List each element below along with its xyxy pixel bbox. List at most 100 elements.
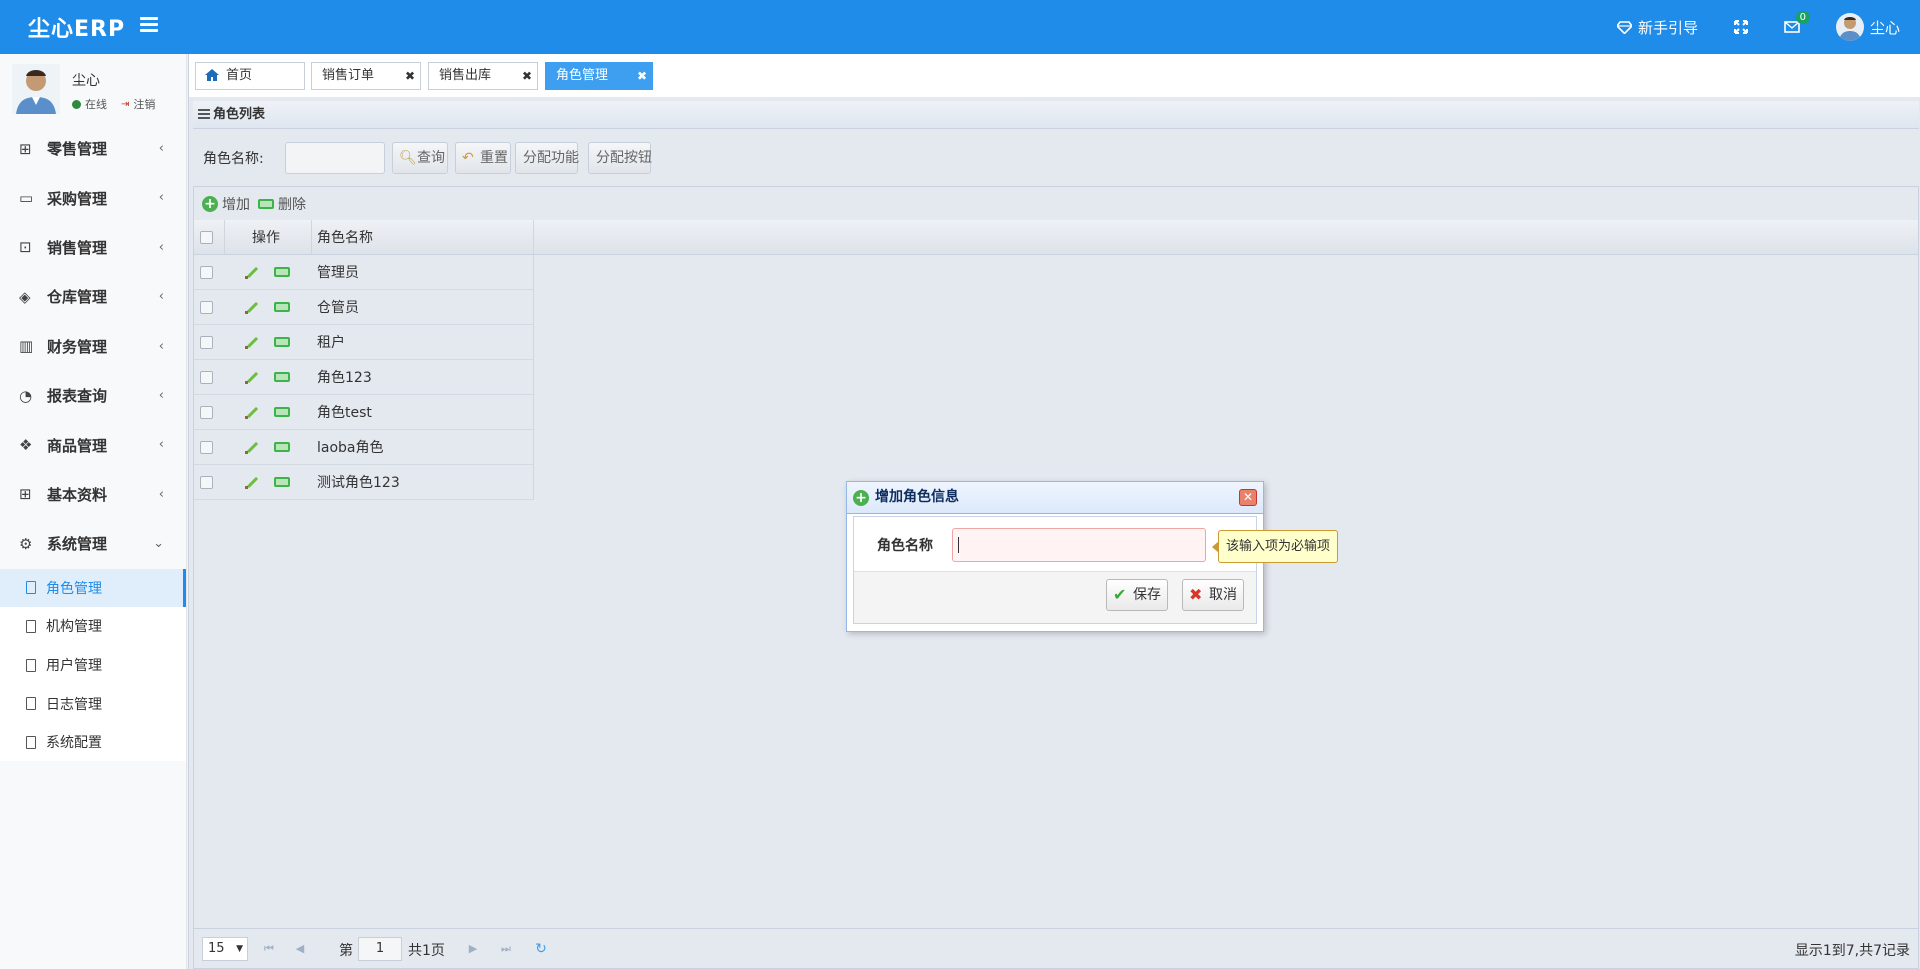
online-label: 在线 (85, 98, 107, 111)
role-name-cell: laoba角色 (317, 440, 384, 456)
tab-home[interactable]: 首页 (195, 62, 305, 90)
guide-link[interactable]: 新手引导 (1616, 17, 1698, 38)
sidebar-item-logs[interactable]: 日志管理 (0, 684, 186, 723)
chevron-left-icon: ‹ (158, 289, 164, 305)
edit-icon[interactable] (244, 290, 260, 324)
delete-row-icon[interactable] (274, 360, 290, 394)
logout-link[interactable]: 注销 (133, 96, 155, 112)
edit-icon[interactable] (244, 255, 260, 289)
gear-icon: ⚙ (19, 534, 33, 553)
envelope-icon (1784, 21, 1800, 33)
close-icon[interactable]: ✖ (637, 63, 647, 89)
prev-page-icon[interactable]: ◀ (293, 942, 307, 956)
tab-sales-order[interactable]: 销售订单 ✖ (311, 62, 421, 90)
chevron-left-icon: ‹ (158, 387, 164, 403)
next-page-icon[interactable]: ▶ (466, 942, 480, 956)
row-checkbox[interactable] (200, 465, 213, 499)
row-checkbox[interactable] (200, 290, 213, 324)
role-name-input[interactable] (952, 528, 1206, 562)
reset-label: 重置 (480, 150, 508, 166)
row-checkbox[interactable] (200, 255, 213, 289)
save-label: 保存 (1133, 587, 1161, 603)
messages-button[interactable]: 0 (1784, 11, 1810, 33)
sidebar-item-basic-data[interactable]: ⊞ 基本资料 ‹ (0, 470, 186, 519)
select-all-checkbox[interactable] (200, 220, 213, 254)
edit-icon[interactable] (244, 395, 260, 429)
home-icon (205, 69, 219, 81)
last-page-icon[interactable]: ⏭ (499, 942, 513, 956)
cancel-label: 取消 (1209, 587, 1237, 603)
row-checkbox[interactable] (200, 395, 213, 429)
add-button[interactable]: + 增加 (202, 194, 250, 214)
row-checkbox[interactable] (200, 325, 213, 359)
close-icon[interactable]: ✕ (1239, 489, 1257, 506)
tab-role-management[interactable]: 角色管理 ✖ (545, 62, 653, 90)
sidebar-item-retail[interactable]: ⊞ 零售管理 ‹ (0, 124, 186, 173)
tab-sales-outbound[interactable]: 销售出库 ✖ (428, 62, 538, 90)
assign-function-button[interactable]: 分配功能 (515, 142, 579, 174)
dialog-body: 角色名称 该输入项为必输项 ✔ 保存 ✖ 取消 (853, 516, 1339, 624)
role-name-search-input[interactable] (285, 142, 385, 174)
cancel-button[interactable]: ✖ 取消 (1182, 579, 1244, 611)
edit-icon[interactable] (244, 360, 260, 394)
delete-row-icon[interactable] (274, 255, 290, 289)
first-page-icon[interactable]: ⏮ (262, 942, 276, 956)
page-size-select[interactable]: 15 ▼ (202, 937, 248, 961)
table-row[interactable]: 角色123 (194, 360, 533, 395)
page-number-input[interactable]: 1 (358, 937, 402, 961)
sidebar-item-users[interactable]: 用户管理 (0, 646, 186, 685)
menu-toggle-icon[interactable] (140, 17, 158, 33)
delete-row-icon[interactable] (274, 465, 290, 499)
user-status: 在线 ⇥ 注销 (72, 96, 155, 112)
close-icon[interactable]: ✖ (405, 63, 415, 89)
table-row[interactable]: 租户 (194, 325, 533, 360)
table-row[interactable]: 测试角色123 (194, 465, 533, 500)
edit-icon[interactable] (244, 430, 260, 464)
close-icon[interactable]: ✖ (522, 63, 532, 89)
sidebar-item-roles[interactable]: 角色管理 (0, 568, 186, 608)
sidebar-item-orgs[interactable]: 机构管理 (0, 607, 186, 646)
row-checkbox[interactable] (200, 430, 213, 464)
sidebar-item-purchase[interactable]: ▭ 采购管理 ‹ (0, 173, 186, 222)
table-row[interactable]: 角色test (194, 395, 533, 430)
save-button[interactable]: ✔ 保存 (1106, 579, 1168, 611)
sidebar-item-goods[interactable]: ❖ 商品管理 ‹ (0, 420, 186, 469)
role-name-cell: 角色123 (317, 370, 372, 386)
delete-row-icon[interactable] (274, 430, 290, 464)
sidebar-item-warehouse[interactable]: ◈ 仓库管理 ‹ (0, 272, 186, 321)
fullscreen-button[interactable] (1733, 20, 1748, 34)
sidebar-item-reports[interactable]: ◔ 报表查询 ‹ (0, 371, 186, 420)
delete-row-icon[interactable] (274, 395, 290, 429)
file-icon (26, 581, 36, 595)
sidebar-item-sales[interactable]: ⊡ 销售管理 ‹ (0, 223, 186, 272)
query-button[interactable]: 🔍︎ 查询 (392, 142, 448, 174)
dropbox-icon: ❖ (19, 436, 33, 455)
delete-row-icon[interactable] (274, 325, 290, 359)
user-menu[interactable]: 尘心 (1835, 13, 1900, 41)
delete-row-icon[interactable] (274, 290, 290, 324)
pagination-info: 显示1到7,共7记录 (1794, 943, 1910, 959)
logout-icon[interactable]: ⇥ (121, 99, 129, 110)
assign-button-button[interactable]: 分配按钮 (588, 142, 652, 174)
table-row[interactable]: 管理员 (194, 255, 533, 290)
table-row[interactable]: 仓管员 (194, 290, 533, 325)
add-label: 增加 (222, 197, 250, 213)
row-checkbox[interactable] (200, 360, 213, 394)
tab-label: 角色管理 (556, 68, 609, 83)
sidebar-item-system[interactable]: ⚙ 系统管理 ⌄ (0, 519, 186, 568)
table-row[interactable]: laoba角色 (194, 430, 533, 465)
edit-icon[interactable] (244, 325, 260, 359)
delete-button[interactable]: 删除 (258, 194, 306, 214)
cross-icon: ✖ (1189, 585, 1203, 604)
reset-button[interactable]: ↶ 重置 (455, 142, 511, 174)
sidebar-item-config[interactable]: 系统配置 (0, 723, 186, 762)
file-icon (26, 619, 36, 633)
plus-icon: + (853, 490, 869, 506)
column-header-name[interactable]: 角色名称 (317, 220, 373, 254)
sidebar-item-finance[interactable]: ▥ 财务管理 ‹ (0, 322, 186, 371)
edit-icon[interactable] (244, 465, 260, 499)
refresh-icon[interactable]: ↻ (534, 942, 548, 956)
sidebar-item-label: 系统配置 (46, 735, 102, 752)
dialog-footer: ✔ 保存 ✖ 取消 (854, 571, 1256, 623)
sidebar-item-label: 销售管理 (47, 238, 108, 257)
